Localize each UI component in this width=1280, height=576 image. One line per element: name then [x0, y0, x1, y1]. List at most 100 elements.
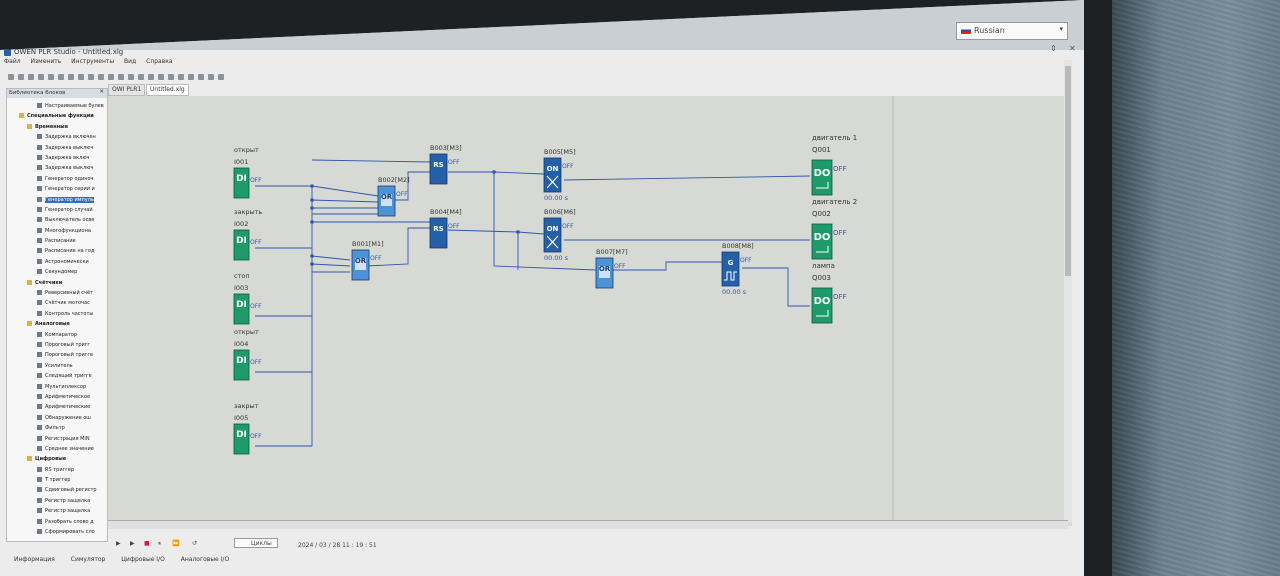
menu-tools[interactable]: Инструменты	[71, 58, 114, 65]
library-item[interactable]: Следящий тригге	[7, 371, 107, 381]
library-item[interactable]: Арифметические	[7, 402, 107, 412]
menu-help[interactable]: Справка	[146, 58, 172, 65]
library-folder[interactable]: Аналоговые	[7, 319, 107, 329]
menu-view[interactable]: Вид	[124, 58, 136, 65]
language-selector[interactable]: Russian ▾	[956, 22, 1068, 40]
copy-icon[interactable]	[58, 74, 64, 80]
input-block-i002[interactable]: закрыть I002 DI OFF	[233, 208, 262, 261]
diagram-canvas[interactable]: открыт I001 DI OFF закрыть I002 DI OFF стоп I003 D…	[108, 96, 1072, 526]
library-item[interactable]: Компаратор	[7, 330, 107, 340]
pin-icon[interactable]: ⇕	[1050, 44, 1057, 53]
library-item[interactable]: Выключатель осве	[7, 215, 107, 225]
pause-icon[interactable]: ⏸	[158, 540, 161, 548]
library-item[interactable]: Задержка включ	[7, 153, 107, 163]
logic-block-b004[interactable]: B004[M4] RS OFF	[429, 208, 462, 249]
settings-icon[interactable]	[198, 74, 204, 80]
close-icon[interactable]: ✕	[1069, 44, 1076, 53]
compile-icon[interactable]	[168, 74, 174, 80]
input-block-i001[interactable]: открыт I001 DI OFF	[233, 146, 262, 199]
library-item[interactable]: Усилитель	[7, 361, 107, 371]
library-item[interactable]: Задержка включен	[7, 132, 107, 142]
library-item[interactable]: Генератор одиноч	[7, 174, 107, 184]
tab-analog-io[interactable]: Аналоговые I/O	[181, 556, 229, 563]
library-item[interactable]: Астрономически	[7, 257, 107, 267]
library-item[interactable]: Секундомер	[7, 267, 107, 277]
library-item[interactable]: Счётчик моточас	[7, 298, 107, 308]
library-item[interactable]: Пороговый тригге	[7, 350, 107, 360]
library-item[interactable]: Настраиваемые булев	[7, 101, 107, 111]
library-item[interactable]: Расписание на год	[7, 246, 107, 256]
library-item[interactable]: Сдвиговый регистр	[7, 485, 107, 495]
save-icon[interactable]	[28, 74, 34, 80]
library-item[interactable]: Т триггер	[7, 475, 107, 485]
output-block-q001[interactable]: двигатель 1 Q001 DO OFF	[811, 134, 857, 196]
undo-icon[interactable]	[78, 74, 84, 80]
menu-edit[interactable]: Изменить	[31, 58, 62, 65]
cut-icon[interactable]	[48, 74, 54, 80]
vertical-scrollbar[interactable]	[1064, 60, 1072, 522]
library-item[interactable]: Сформировать сло	[7, 527, 107, 537]
library-item[interactable]: Расписание	[7, 236, 107, 246]
logic-block-b007[interactable]: B007[M7] OR OFF	[595, 248, 628, 289]
library-item[interactable]: Регистр защелка	[7, 506, 107, 516]
library-item[interactable]: Обнаружение ош	[7, 413, 107, 423]
library-item[interactable]: Регистр защелка	[7, 496, 107, 506]
library-item[interactable]: Реверсивный счёт	[7, 288, 107, 298]
horizontal-scrollbar[interactable]	[108, 520, 1068, 529]
tab-untitled[interactable]: Untitled.xlg	[146, 84, 189, 96]
download-icon[interactable]	[188, 74, 194, 80]
library-item[interactable]: Задержка выключ	[7, 143, 107, 153]
grid-icon[interactable]	[138, 74, 144, 80]
logic-block-b005[interactable]: B005[M5] ON OFF 00.00 s	[543, 148, 576, 202]
library-folder[interactable]: Временные	[7, 122, 107, 132]
tab-digital-io[interactable]: Цифровые I/O	[121, 556, 165, 563]
library-item[interactable]: Регистрация MIN	[7, 434, 107, 444]
align-left-icon[interactable]	[108, 74, 114, 80]
logic-block-b008[interactable]: B008[M8] G OFF 00.00 s	[721, 242, 754, 296]
paste-icon[interactable]	[68, 74, 74, 80]
print-icon[interactable]	[38, 74, 44, 80]
fast-forward-icon[interactable]: ⏩	[172, 540, 179, 547]
library-item[interactable]: Контроль частоты	[7, 309, 107, 319]
tab-simulator[interactable]: Симулятор	[71, 556, 106, 563]
menu-file[interactable]: Файл	[4, 58, 21, 65]
cycles-select[interactable]: Циклы	[234, 538, 278, 548]
run-icon[interactable]	[148, 74, 154, 80]
library-folder[interactable]: Специальные функции	[7, 111, 107, 121]
logic-block-b002[interactable]: B002[M2] OR OFF	[377, 176, 410, 217]
library-folder[interactable]: Цифровые	[7, 454, 107, 464]
library-item[interactable]: Задержка выключ	[7, 163, 107, 173]
library-item[interactable]: Многофункциона	[7, 226, 107, 236]
redo-icon[interactable]	[88, 74, 94, 80]
logic-block-b001[interactable]: B001[M1] OR OFF	[351, 240, 384, 281]
step-icon[interactable]: ▶	[130, 540, 135, 547]
library-item[interactable]: RS триггер	[7, 465, 107, 475]
library-item[interactable]: Мультиплексор	[7, 382, 107, 392]
library-item[interactable]: Разобрать слово д	[7, 517, 107, 527]
stop-icon[interactable]	[158, 74, 164, 80]
logic-block-b006[interactable]: B006[M6] ON OFF 00.00 s	[543, 208, 576, 262]
output-block-q002[interactable]: двигатель 2 Q002 DO OFF	[811, 198, 857, 260]
align-center-icon[interactable]	[118, 74, 124, 80]
library-folder[interactable]: Счётчики	[7, 278, 107, 288]
open-icon[interactable]	[18, 74, 24, 80]
new-icon[interactable]	[8, 74, 14, 80]
close-icon[interactable]: ✕	[99, 89, 104, 95]
library-item[interactable]: Арифметическое	[7, 392, 107, 402]
library-item[interactable]: Генератор импуль	[7, 195, 107, 205]
logic-block-b003[interactable]: B003[M3] RS OFF	[429, 144, 462, 185]
tab-device[interactable]: OWI PLR1	[108, 84, 146, 96]
stop-icon[interactable]: ■	[144, 540, 150, 547]
upload-icon[interactable]	[178, 74, 184, 80]
play-icon[interactable]: ▶	[116, 540, 121, 547]
zoom-icon[interactable]	[98, 74, 104, 80]
library-item[interactable]: Фильтр	[7, 423, 107, 433]
output-block-q003[interactable]: лампа Q003 DO OFF	[811, 262, 847, 324]
align-right-icon[interactable]	[128, 74, 134, 80]
info-icon[interactable]	[218, 74, 224, 80]
tab-info[interactable]: Информация	[14, 556, 55, 563]
reset-icon[interactable]: ↺	[192, 540, 197, 547]
clock-icon[interactable]	[208, 74, 214, 80]
library-item[interactable]: Пороговый тригг	[7, 340, 107, 350]
library-item[interactable]: Генератор случай	[7, 205, 107, 215]
